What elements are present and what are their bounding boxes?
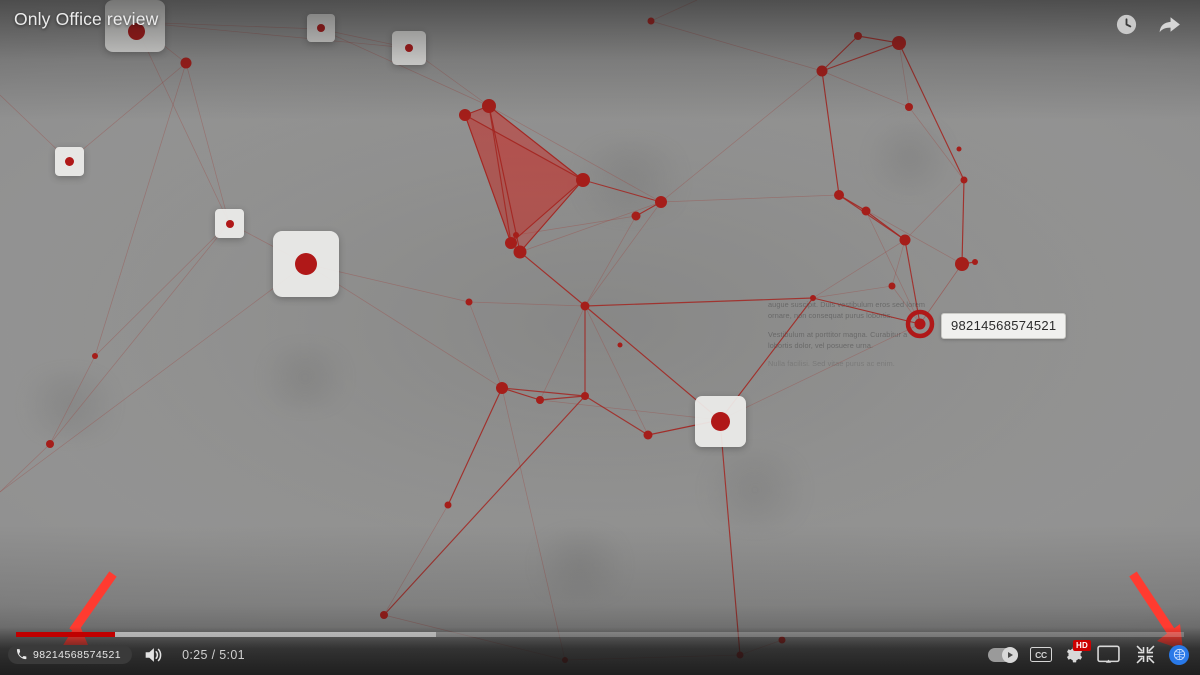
selected-node-label[interactable]: 98214568574521 (941, 313, 1067, 339)
autoplay-toggle[interactable] (988, 646, 1018, 663)
node-dot (65, 157, 74, 166)
time-display: 0:25 / 5:01 (182, 647, 245, 662)
graph-annotation-text: augue suscipit. Duis vestibulum eros sed… (768, 299, 928, 369)
share-icon[interactable] (1154, 9, 1184, 39)
autoplay-knob (1002, 646, 1018, 663)
phone-number-badge[interactable]: 98214568574521 (8, 645, 133, 664)
controls-right: CC HD (988, 640, 1189, 668)
controls-row: 98214568574521 0:25 / 5:01 CC HD (0, 634, 1200, 675)
graph-note-line: augue suscipit. Duis vestibulum eros sed… (768, 300, 926, 321)
node-dot (317, 24, 325, 32)
top-actions (1111, 9, 1184, 39)
graph-node-card[interactable] (695, 396, 746, 447)
captions-button[interactable]: CC (1030, 647, 1052, 662)
exit-fullscreen-button[interactable] (1133, 643, 1157, 667)
video-player: augue suscipit. Duis vestibulum eros sed… (0, 0, 1200, 675)
video-content: augue suscipit. Duis vestibulum eros sed… (0, 0, 1200, 675)
miniplayer-button[interactable] (1095, 642, 1121, 668)
quality-hd-badge: HD (1073, 640, 1091, 651)
node-dot (225, 219, 234, 228)
node-dot (711, 412, 730, 431)
video-title[interactable]: Only Office review (14, 9, 158, 30)
controls-left: 98214568574521 0:25 / 5:01 (8, 638, 245, 672)
volume-button[interactable] (136, 638, 170, 672)
graph-note-line: Vestibulum at porttitor magna. Curabitur… (768, 329, 908, 350)
graph-polygon-cluster (464, 105, 584, 253)
graph-node-card[interactable] (55, 147, 84, 176)
graph-node-card[interactable] (273, 231, 339, 297)
player-control-bar: 98214568574521 0:25 / 5:01 CC HD (0, 627, 1200, 675)
phone-icon (16, 649, 27, 660)
graph-note-line: Nulla facilisi. Sed vitae purus ac enim. (768, 359, 895, 369)
phone-number-text: 98214568574521 (33, 648, 122, 661)
graph-node-card[interactable] (307, 14, 335, 42)
extension-icon[interactable] (1169, 644, 1189, 665)
settings-button[interactable]: HD (1064, 640, 1091, 664)
graph-node-card[interactable] (392, 31, 426, 65)
node-dot (295, 253, 317, 275)
node-dot (405, 44, 413, 52)
watch-later-icon[interactable] (1111, 9, 1141, 39)
graph-node-card[interactable] (215, 209, 244, 238)
